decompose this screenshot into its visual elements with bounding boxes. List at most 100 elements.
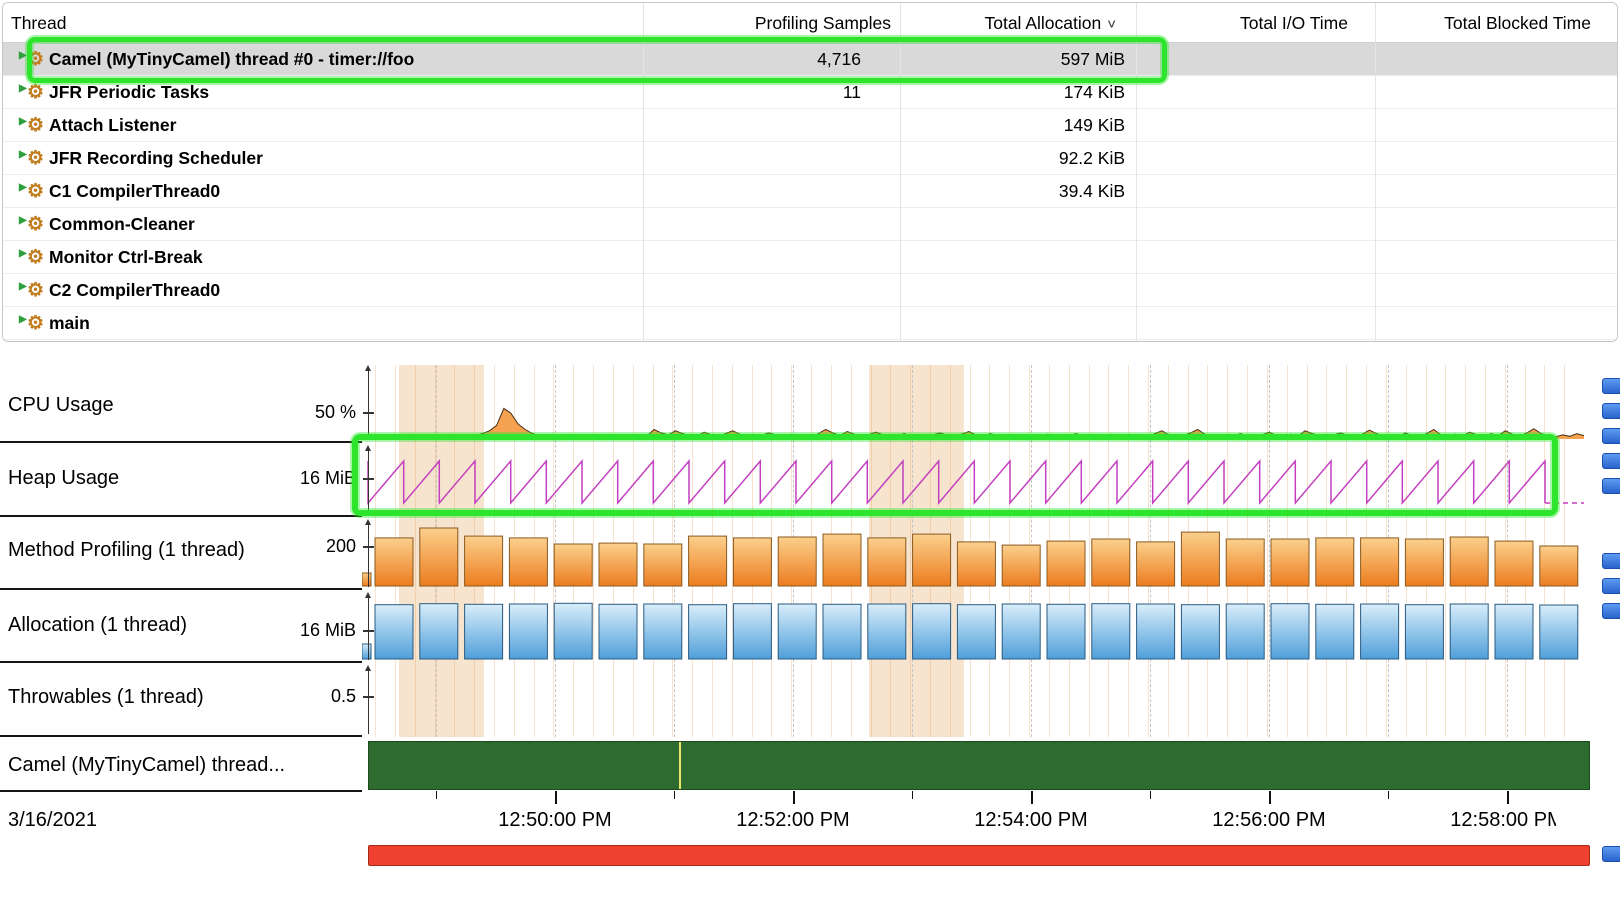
- time-tick-minor: [1388, 791, 1389, 799]
- total-blocked-time-cell: [1375, 109, 1618, 142]
- thread-name-cell: ⚙▶Monitor Ctrl-Break: [3, 241, 643, 274]
- lane-y-tick: [363, 478, 374, 480]
- total-blocked-time-cell: [1375, 175, 1618, 208]
- thread-name-cell: ⚙▶main: [3, 307, 643, 340]
- time-label: 12:58:00 PM: [1450, 806, 1556, 834]
- lane-action-button[interactable]: [1602, 453, 1620, 469]
- total-io-time-cell: [1136, 109, 1375, 142]
- thread-name-cell: ⚙▶C1 CompilerThread0: [3, 175, 643, 208]
- lane-axis-value-throwables: 0.5: [150, 684, 356, 708]
- thread-gear-icon: ⚙▶: [19, 43, 49, 76]
- total-blocked-time-cell: [1375, 142, 1618, 175]
- lane-action-button[interactable]: [1602, 428, 1620, 444]
- total-allocation-cell: [900, 208, 1136, 241]
- chart-method: [362, 519, 1592, 588]
- total-allocation-cell: 39.4 KiB: [900, 175, 1136, 208]
- total-io-time-cell: [1136, 307, 1375, 340]
- time-tick-major: [1507, 791, 1509, 804]
- lane-label-thread-activity: Camel (MyTinyCamel) thread...: [8, 751, 285, 779]
- total-allocation-cell: [900, 241, 1136, 274]
- column-header-thread[interactable]: Thread: [3, 3, 643, 43]
- lane-separator: [0, 790, 362, 792]
- lane-y-axis: [368, 595, 369, 660]
- lane-label-heap: Heap Usage: [8, 464, 119, 492]
- lane-separator: [0, 661, 362, 663]
- total-allocation-cell: 92.2 KiB: [900, 142, 1136, 175]
- time-tick-minor: [912, 791, 913, 799]
- thread-gear-icon: ⚙▶: [19, 142, 49, 175]
- thread-name-cell: ⚙▶Camel (MyTinyCamel) thread #0 - timer:…: [3, 43, 643, 76]
- total-io-time-cell: [1136, 175, 1375, 208]
- lane-action-button[interactable]: [1602, 553, 1620, 569]
- lane-y-axis: [368, 522, 369, 587]
- thread-gear-icon: ⚙▶: [19, 241, 49, 274]
- total-io-time-cell: [1136, 76, 1375, 109]
- lane-chart-cpu[interactable]: [362, 365, 1592, 441]
- time-label: 12:52:00 PM: [736, 806, 849, 834]
- total-allocation-cell: 174 KiB: [900, 76, 1136, 109]
- chart-heap: [362, 445, 1592, 515]
- lane-separator: [0, 515, 362, 517]
- total-io-time-cell: [1136, 208, 1375, 241]
- column-header-total-i-o-time[interactable]: Total I/O Time: [1136, 3, 1375, 43]
- time-tick-minor: [1150, 791, 1151, 799]
- chart-allocation: [362, 592, 1592, 661]
- thread-gear-icon: ⚙▶: [19, 109, 49, 142]
- time-axis-ticks: [370, 791, 1590, 807]
- lane-chart-heap[interactable]: [362, 445, 1592, 515]
- total-blocked-time-cell: [1375, 208, 1618, 241]
- total-io-time-cell: [1136, 43, 1375, 76]
- chart-cpu: [362, 365, 1592, 441]
- profiling-samples-cell: 4,716: [643, 43, 900, 76]
- thread-name-cell: ⚙▶JFR Periodic Tasks: [3, 76, 643, 109]
- thread-activity-band[interactable]: [368, 741, 1590, 790]
- time-label: 12:54:00 PM: [974, 806, 1087, 834]
- profiling-samples-cell: [643, 142, 900, 175]
- profiling-samples-cell: [643, 241, 900, 274]
- column-divider: [1375, 3, 1376, 341]
- thread-gear-icon: ⚙▶: [19, 76, 49, 109]
- column-header-profiling-samples[interactable]: Profiling Samples: [643, 3, 900, 43]
- time-tick-major: [1031, 791, 1033, 804]
- time-label: 12:50:00 PM: [498, 806, 611, 834]
- thread-name-cell: ⚙▶JFR Recording Scheduler: [3, 142, 643, 175]
- chart-throwables: [362, 665, 1592, 735]
- lane-label-cpu: CPU Usage: [8, 391, 114, 419]
- column-header-total-allocation[interactable]: Total Allocation˅: [900, 3, 1136, 43]
- date-label: 3/16/2021: [8, 806, 97, 834]
- lane-axis-value-heap: 16 MiB: [150, 466, 356, 490]
- profiling-samples-cell: [643, 109, 900, 142]
- lane-y-axis: [368, 668, 369, 734]
- lane-y-axis: [368, 448, 369, 514]
- lane-axis-value-cpu: 50 %: [150, 400, 356, 424]
- lane-y-axis: [368, 368, 369, 440]
- total-allocation-cell: 597 MiB: [900, 43, 1136, 76]
- lane-chart-method[interactable]: [362, 519, 1592, 588]
- column-header-total-blocked-time[interactable]: Total Blocked Time: [1375, 3, 1618, 43]
- lane-y-tick: [363, 696, 374, 698]
- lane-action-button[interactable]: [1602, 378, 1620, 394]
- time-label: 12:56:00 PM: [1212, 806, 1325, 834]
- profiling-samples-cell: [643, 175, 900, 208]
- thread-name-cell: ⚙▶C2 CompilerThread0: [3, 274, 643, 307]
- total-blocked-time-cell: [1375, 43, 1618, 76]
- lane-action-button[interactable]: [1602, 403, 1620, 419]
- thread-table-panel: ThreadProfiling SamplesTotal Allocation˅…: [2, 2, 1618, 342]
- lane-action-button[interactable]: [1602, 846, 1620, 862]
- profiling-samples-cell: [643, 307, 900, 340]
- lane-chart-throwables[interactable]: [362, 665, 1592, 735]
- time-axis-labels: 12:50:00 PM 12:52:00 PM 12:54:00 PM 12:56:0…: [370, 806, 1556, 834]
- lane-action-button[interactable]: [1602, 478, 1620, 494]
- total-io-time-cell: [1136, 274, 1375, 307]
- timeline-range-scrollbar[interactable]: [368, 845, 1590, 866]
- total-allocation-cell: [900, 307, 1136, 340]
- event-marker: [679, 742, 681, 789]
- lane-y-tick: [363, 412, 374, 414]
- lane-action-button[interactable]: [1602, 603, 1620, 619]
- lane-axis-value-allocation: 16 MiB: [150, 618, 356, 642]
- thread-name-cell: ⚙▶Common-Cleaner: [3, 208, 643, 241]
- lane-chart-allocation[interactable]: [362, 592, 1592, 661]
- time-tick-major: [1269, 791, 1271, 804]
- lane-separator: [0, 588, 362, 590]
- lane-action-button[interactable]: [1602, 578, 1620, 594]
